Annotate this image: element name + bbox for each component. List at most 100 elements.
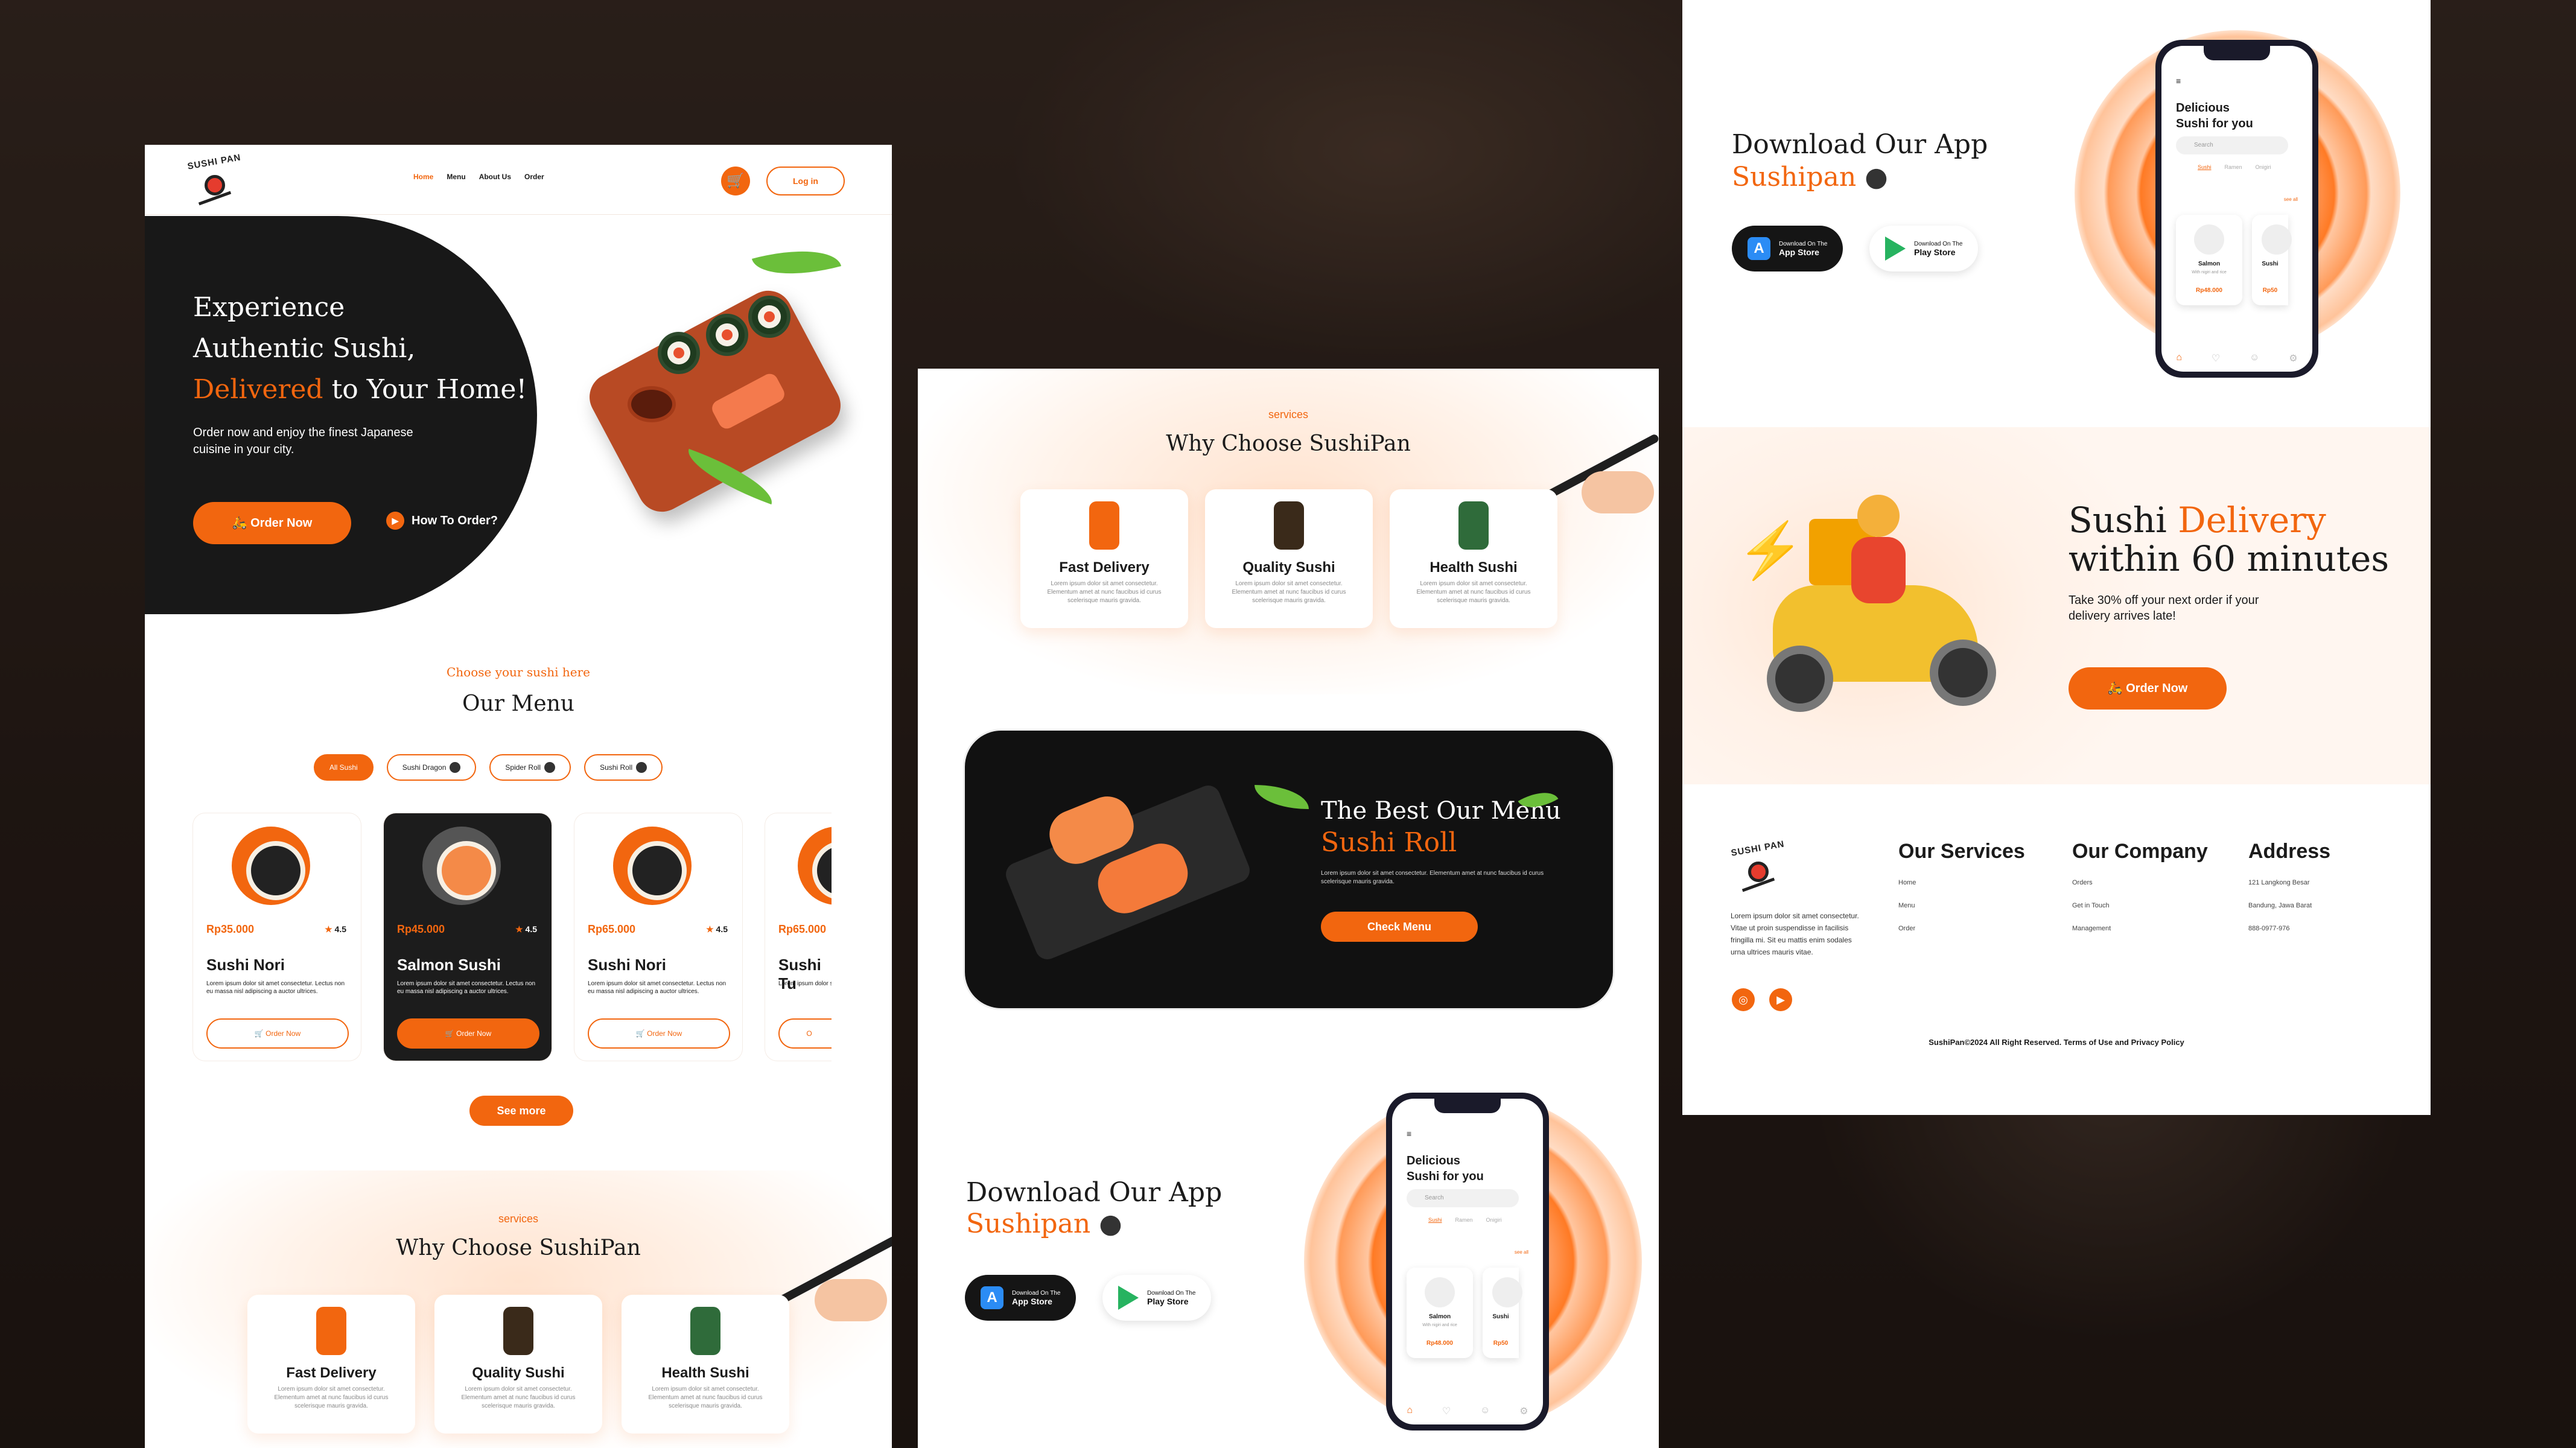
phone-tab[interactable]: Sushi (1428, 1217, 1442, 1223)
why-card-health: Health Sushi Lorem ipsum dolor sit amet c… (622, 1295, 789, 1434)
card-order-button[interactable]: O (778, 1018, 839, 1049)
product-price: Rp48.000 (2196, 287, 2222, 294)
phone-tab[interactable]: Onigiri (2256, 164, 2271, 170)
product-name: Sushi (2262, 261, 2279, 267)
play-store-button[interactable]: Download On The Play Store (1102, 1275, 1212, 1321)
phone-title-line2: Sushi for you (2176, 117, 2253, 130)
card-order-label: Order Now (456, 1029, 492, 1038)
why-title: Why Choose SushiPan (396, 1236, 641, 1260)
menu-card[interactable]: Rp35.000 ★ 4.5 Sushi Nori Lorem ipsum do… (193, 813, 361, 1061)
footer-heading: Our Services (1898, 840, 2025, 863)
why-card-desc: Lorem ipsum dolor sit amet consectetur. … (1047, 580, 1162, 604)
phone-product-card[interactable]: Salmon With nigiri and rice Rp48.000 (2176, 215, 2242, 305)
nav-about[interactable]: About Us (479, 173, 511, 181)
phone-product-card[interactable]: Sushi Rp50 (1483, 1268, 1522, 1358)
footer-link[interactable]: Order (1898, 925, 2025, 932)
card-name: Salmon Sushi (397, 956, 501, 974)
app-store-label: App Store (1779, 247, 1819, 257)
check-menu-button[interactable]: Check Menu (1321, 912, 1478, 942)
filter-sushi-dragon[interactable]: Sushi Dragon (386, 754, 477, 781)
app-store-label: App Store (1012, 1296, 1052, 1306)
footer-about: Lorem ipsum dolor sit amet consectetur. … (1731, 912, 1859, 956)
phone-search-input[interactable]: Search (1407, 1189, 1519, 1207)
phone-product-card[interactable]: Salmon With nigiri and rice Rp48.000 (1407, 1268, 1473, 1358)
cart-icon: 🛒 (727, 173, 745, 189)
phone-tab[interactable]: Ramen (1455, 1217, 1473, 1223)
leaf-decoration (1255, 785, 1309, 809)
phone-product-card[interactable]: Sushi Rp50 (2252, 215, 2292, 305)
play-store-button[interactable]: Download On The Play Store (1869, 226, 1979, 272)
play-store-icon (1885, 237, 1906, 261)
leaf-decoration (751, 237, 842, 288)
cart-button[interactable]: 🛒 (721, 167, 750, 195)
phone-tab[interactable]: Sushi (2198, 164, 2212, 170)
scroll-mask (832, 808, 892, 1068)
footer-link[interactable]: Management (2072, 925, 2208, 932)
home-icon[interactable]: ⌂ (1407, 1405, 1413, 1417)
play-store-label: Play Store (1147, 1296, 1189, 1306)
youtube-icon[interactable]: ▶ (1769, 988, 1792, 1011)
footer-logo[interactable]: SUSHI PAN (1730, 839, 1786, 894)
home-icon[interactable]: ⌂ (2176, 352, 2182, 364)
nav-menu[interactable]: Menu (447, 173, 465, 181)
seaweed-icon (690, 1307, 720, 1355)
filter-sushi-roll[interactable]: Sushi Roll (584, 754, 663, 781)
hero-order-button[interactable]: 🛵 Order Now (193, 502, 351, 544)
sushi-image (2262, 224, 2292, 255)
filter-spider-roll[interactable]: Spider Roll (489, 754, 571, 781)
hero-title: Experience Authentic Sushi, Delivered to… (193, 287, 527, 410)
phone-tab[interactable]: Onigiri (1486, 1217, 1502, 1223)
app-store-button[interactable]: A Download On The App Store (1732, 226, 1843, 272)
sushi-image (1425, 1277, 1455, 1307)
card-rating: ★ 4.5 (325, 924, 346, 935)
login-button[interactable]: Log in (766, 167, 845, 195)
user-icon[interactable]: ☺ (2250, 352, 2259, 364)
soy-sauce-bowl (628, 386, 676, 422)
filter-all-sushi[interactable]: All Sushi (314, 754, 374, 781)
footer-link[interactable]: Orders (2072, 879, 2208, 886)
app-store-button[interactable]: A Download On The App Store (965, 1275, 1077, 1321)
card-order-button[interactable]: 🛒 Order Now (397, 1018, 539, 1049)
instagram-icon[interactable]: ◎ (1732, 988, 1755, 1011)
menu-card-featured[interactable]: Rp45.000 ★ 4.5 Salmon Sushi Lorem ipsum … (384, 813, 552, 1061)
hero-sushi-image (580, 237, 850, 521)
phone-search-input[interactable]: Search (2176, 136, 2288, 154)
sushi-thumb-icon (636, 762, 647, 773)
settings-icon[interactable]: ⚙ (1519, 1405, 1528, 1417)
phone-notch (2204, 46, 2270, 60)
phone-see-all-link[interactable]: see all (1515, 1250, 1528, 1255)
heart-icon[interactable]: ♡ (1442, 1405, 1451, 1417)
menu-card[interactable]: Rp65.000 ★ 4.5 Sushi Nori Lorem ipsum do… (574, 813, 742, 1061)
card-price: Rp45.000 (397, 923, 445, 935)
delivery-order-label: Order Now (2126, 682, 2188, 695)
user-icon[interactable]: ☺ (1480, 1405, 1490, 1417)
footer-link[interactable]: Get in Touch (2072, 902, 2208, 909)
sushi-piece (706, 314, 748, 356)
address-line: 121 Langkong Besar (2248, 879, 2310, 886)
nav-order[interactable]: Order (524, 173, 544, 181)
see-more-button[interactable]: See more (469, 1096, 573, 1126)
play-store-label: Play Store (1914, 247, 1956, 257)
how-to-order-link[interactable]: ▶ How To Order? (386, 512, 498, 530)
why-card-fast-delivery: Fast Delivery Lorem ipsum dolor sit amet … (1020, 489, 1188, 628)
card-price: Rp65.000 (778, 923, 827, 935)
delivery-order-button[interactable]: 🛵 Order Now (2069, 667, 2227, 710)
product-price: Rp50 (1493, 1340, 1509, 1347)
card-order-button[interactable]: 🛒 Order Now (588, 1018, 730, 1049)
footer-link[interactable]: Menu (1898, 902, 2025, 909)
card-rating: ★ 4.5 (706, 924, 728, 935)
sections-mockup: services Why Choose SushiPan Fast Delive… (918, 369, 1659, 1448)
phone-see-all-link[interactable]: see all (2284, 197, 2298, 202)
menu-icon[interactable]: ≡ (2176, 76, 2181, 86)
menu-card-partial[interactable]: Rp65.000 Sushi Tu Lorem ipsum dolor sit … (765, 813, 876, 1061)
settings-icon[interactable]: ⚙ (2289, 352, 2297, 364)
menu-icon[interactable]: ≡ (1407, 1129, 1411, 1138)
phone-tab[interactable]: Ramen (2225, 164, 2242, 170)
sushi-image (2194, 224, 2224, 255)
nav-home[interactable]: Home (413, 173, 433, 181)
heart-icon[interactable]: ♡ (2212, 352, 2220, 364)
product-price: Rp48.000 (1426, 1340, 1453, 1347)
card-order-button[interactable]: 🛒 Order Now (206, 1018, 349, 1049)
logo[interactable]: SUSHI PAN (186, 152, 242, 208)
footer-link[interactable]: Home (1898, 879, 2025, 886)
